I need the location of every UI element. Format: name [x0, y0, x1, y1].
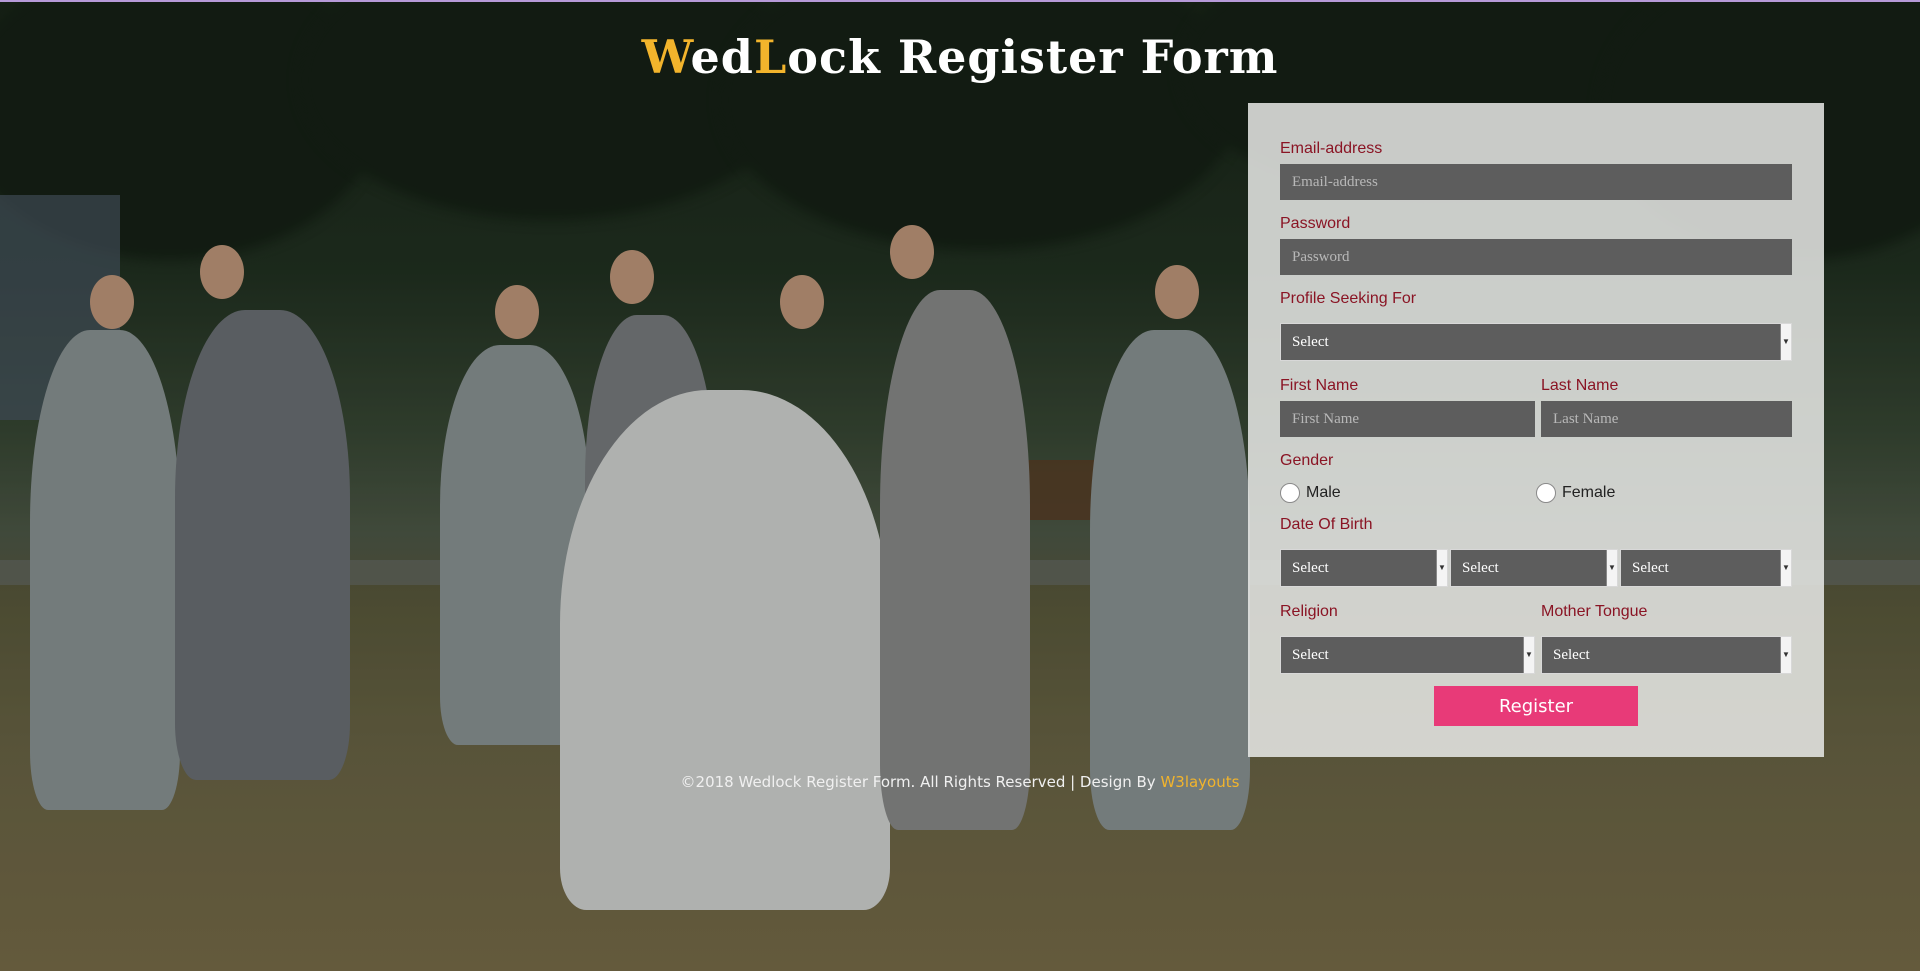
- profile-seeking-select[interactable]: Select ▼: [1280, 323, 1792, 361]
- chevron-down-icon: ▼: [1606, 550, 1617, 586]
- email-input[interactable]: [1280, 164, 1792, 200]
- religion-select[interactable]: Select ▼: [1280, 636, 1535, 674]
- title-accent-l: L: [753, 30, 788, 84]
- last-name-label: Last Name: [1541, 377, 1619, 394]
- dob-day-select[interactable]: Select ▼: [1280, 549, 1448, 587]
- footer-text: ©2018 Wedlock Register Form. All Rights …: [680, 773, 1161, 791]
- email-label: Email-address: [1280, 140, 1383, 157]
- dob-label: Date Of Birth: [1280, 516, 1373, 533]
- first-name-label: First Name: [1280, 377, 1359, 394]
- password-label: Password: [1280, 215, 1351, 232]
- profile-seeking-value: Select: [1292, 334, 1329, 350]
- gender-label: Gender: [1280, 452, 1334, 469]
- chevron-down-icon: ▼: [1780, 637, 1791, 673]
- last-name-input[interactable]: [1541, 401, 1792, 437]
- chevron-down-icon: ▼: [1780, 324, 1791, 360]
- radio-button-female[interactable]: [1536, 483, 1556, 503]
- page-title: WedLock Register Form: [0, 30, 1920, 84]
- dob-month-select[interactable]: Select ▼: [1450, 549, 1618, 587]
- mother-tongue-label: Mother Tongue: [1541, 603, 1648, 620]
- mother-tongue-value: Select: [1553, 647, 1590, 663]
- chevron-down-icon: ▼: [1780, 550, 1791, 586]
- gender-option-male[interactable]: Male: [1280, 483, 1341, 503]
- register-button[interactable]: Register: [1434, 686, 1638, 726]
- gender-male-label: Male: [1306, 484, 1341, 501]
- title-segment: ed: [690, 30, 754, 84]
- footer-copyright: ©2018 Wedlock Register Form. All Rights …: [0, 773, 1920, 791]
- dob-month-value: Select: [1462, 560, 1499, 576]
- dob-year-select[interactable]: Select ▼: [1620, 549, 1792, 587]
- mother-tongue-select[interactable]: Select ▼: [1541, 636, 1792, 674]
- dob-day-value: Select: [1292, 560, 1329, 576]
- dob-year-value: Select: [1632, 560, 1669, 576]
- title-accent-w: W: [641, 30, 691, 84]
- password-input[interactable]: [1280, 239, 1792, 275]
- gender-option-female[interactable]: Female: [1536, 483, 1615, 503]
- chevron-down-icon: ▼: [1436, 550, 1447, 586]
- religion-value: Select: [1292, 647, 1329, 663]
- footer-link-w3layouts[interactable]: W3layouts: [1160, 773, 1239, 791]
- chevron-down-icon: ▼: [1523, 637, 1534, 673]
- first-name-input[interactable]: [1280, 401, 1535, 437]
- profile-seeking-label: Profile Seeking For: [1280, 290, 1417, 307]
- title-segment: ock Register Form: [787, 30, 1279, 84]
- religion-label: Religion: [1280, 603, 1338, 620]
- gender-female-label: Female: [1562, 484, 1616, 501]
- register-form: Email-address Password Profile Seeking F…: [1248, 103, 1824, 757]
- radio-button-male[interactable]: [1280, 483, 1300, 503]
